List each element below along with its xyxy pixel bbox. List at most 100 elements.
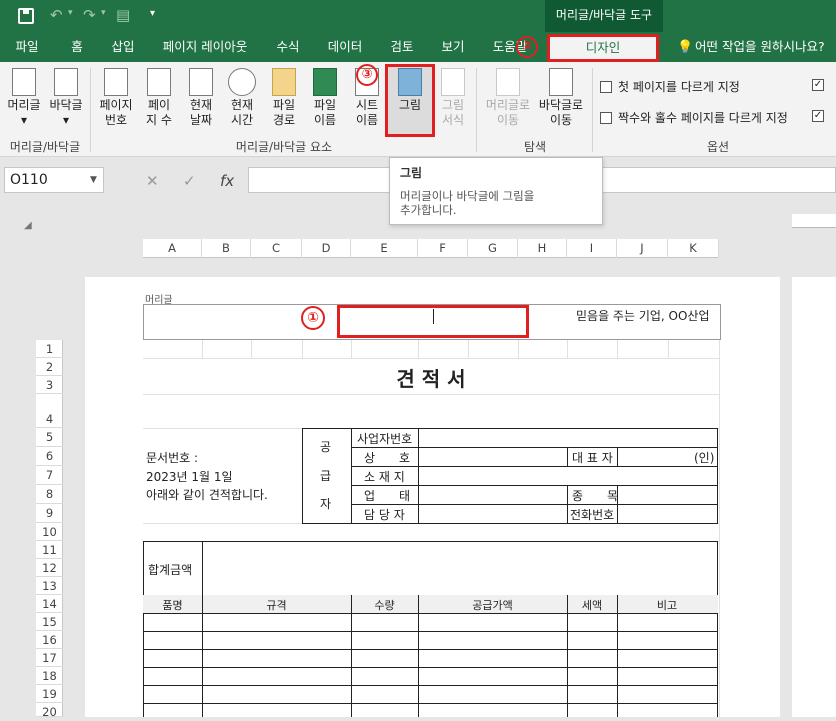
header-button[interactable]: 머리글 ▾ xyxy=(4,68,44,128)
header-right-text[interactable]: 믿음을 주는 기업, OO산업 xyxy=(576,307,710,324)
gridline xyxy=(567,340,568,358)
clock-icon xyxy=(228,68,256,96)
redo-dropdown-icon[interactable]: ▾ xyxy=(101,8,106,18)
row-header[interactable]: 12 xyxy=(36,559,63,577)
row-header[interactable]: 17 xyxy=(36,649,63,667)
row-header[interactable]: 5 xyxy=(36,428,63,447)
row-header[interactable]: 2 xyxy=(36,358,63,376)
cancel-icon[interactable]: ✕ xyxy=(146,172,159,190)
file-path-button[interactable]: 파일 경로 xyxy=(265,68,303,128)
tab-page-layout[interactable]: 페이지 레이아웃 xyxy=(155,32,255,62)
table-border xyxy=(202,595,203,717)
name-box-dropdown-icon[interactable]: ▼ xyxy=(90,175,97,185)
column-header[interactable]: D xyxy=(302,239,351,258)
row-header[interactable]: 18 xyxy=(36,667,63,685)
row-header[interactable]: 4 xyxy=(36,394,63,428)
table-row xyxy=(143,649,718,650)
representative-label: 대 표 자 xyxy=(572,451,613,465)
go-to-header-button[interactable]: 머리글로 이동 xyxy=(482,68,534,128)
column-header[interactable]: F xyxy=(418,239,468,258)
insert-function-icon[interactable]: fx xyxy=(220,172,234,190)
row-header[interactable]: 19 xyxy=(36,685,63,703)
gridline xyxy=(418,340,419,358)
different-odd-even-option[interactable]: 짝수와 홀수 페이지를 다르게 지정 xyxy=(600,109,788,126)
file-name-button[interactable]: 파일 이름 xyxy=(306,68,344,128)
column-header[interactable]: J xyxy=(617,239,668,258)
row-header[interactable]: 16 xyxy=(36,631,63,649)
supplier-field: 소 재 지 xyxy=(364,470,405,484)
tab-review[interactable]: 검토 xyxy=(383,32,421,62)
enter-icon[interactable]: ✓ xyxy=(183,172,196,190)
scale-with-document-checkbox[interactable]: ✓ xyxy=(812,79,824,91)
form-icon[interactable]: ▤ xyxy=(116,6,130,24)
step-marker-3: ③ xyxy=(356,64,378,86)
redo-icon[interactable]: ↷ xyxy=(83,6,96,24)
tell-me-search[interactable]: 어떤 작업을 원하시나요? xyxy=(695,32,825,62)
table-border xyxy=(567,447,568,466)
column-header[interactable]: K xyxy=(668,239,719,258)
tab-insert[interactable]: 삽입 xyxy=(102,32,144,62)
checkbox-icon[interactable] xyxy=(600,81,612,93)
gridline xyxy=(668,340,669,358)
row-header[interactable]: 8 xyxy=(36,485,63,504)
total-amount-label: 합계금액 xyxy=(148,563,193,577)
column-header[interactable]: G xyxy=(468,239,518,258)
tab-home[interactable]: 홈 xyxy=(60,32,94,62)
calendar-icon xyxy=(189,68,213,96)
tab-view[interactable]: 보기 xyxy=(434,32,472,62)
go-to-footer-button[interactable]: 바닥글로 이동 xyxy=(535,68,587,128)
row-header[interactable]: 13 xyxy=(36,577,63,595)
page-number-button[interactable]: 페이지 번호 xyxy=(95,68,137,128)
column-header[interactable]: C xyxy=(251,239,302,258)
column-header[interactable]: E xyxy=(351,239,418,258)
row-header[interactable]: 20 xyxy=(36,703,63,719)
name-box[interactable]: O110 xyxy=(4,167,104,193)
current-date-button[interactable]: 현재 날짜 xyxy=(182,68,220,128)
table-border xyxy=(351,466,717,467)
row-header[interactable]: 9 xyxy=(36,504,63,523)
page-count-button[interactable]: 페이 지 수 xyxy=(140,68,178,128)
tab-design[interactable]: 디자인 xyxy=(547,34,659,62)
supplier-field: 상 호 xyxy=(364,451,411,465)
row-header[interactable]: 3 xyxy=(36,376,63,394)
folder-icon xyxy=(272,68,296,96)
tab-file[interactable]: 파일 xyxy=(8,32,46,62)
undo-icon[interactable]: ↶ xyxy=(50,6,63,24)
tab-data[interactable]: 데이터 xyxy=(320,32,370,62)
row-header[interactable]: 10 xyxy=(36,523,63,541)
customize-qat-icon[interactable]: ▾ xyxy=(150,8,155,19)
row-header[interactable]: 7 xyxy=(36,466,63,485)
row-header[interactable]: 6 xyxy=(36,447,63,466)
row-header[interactable]: 11 xyxy=(36,541,63,559)
row-header[interactable]: 14 xyxy=(36,595,63,613)
go-to-header-icon xyxy=(496,68,520,96)
current-time-button[interactable]: 현재 시간 xyxy=(223,68,261,128)
table-border xyxy=(202,541,203,595)
tab-formulas[interactable]: 수식 xyxy=(268,32,308,62)
item-label: 종 목 xyxy=(572,489,619,503)
select-all-icon[interactable]: ◢ xyxy=(24,220,32,231)
gridline xyxy=(518,340,519,358)
doc-number-label: 문서번호 : xyxy=(146,451,199,465)
row-header[interactable]: 15 xyxy=(36,613,63,631)
column-header[interactable]: H xyxy=(518,239,567,258)
supplier-field: 업 태 xyxy=(364,489,411,503)
checkbox-icon[interactable] xyxy=(600,112,612,124)
row-header[interactable]: 1 xyxy=(36,341,63,358)
table-border xyxy=(143,541,718,542)
format-picture-button[interactable]: 그림 서식 xyxy=(436,68,470,128)
column-header[interactable]: A xyxy=(143,239,202,258)
different-first-page-option[interactable]: 첫 페이지를 다르게 지정 xyxy=(600,78,740,95)
gridline xyxy=(351,340,352,358)
align-with-margins-checkbox[interactable]: ✓ xyxy=(812,110,824,122)
footer-button[interactable]: 바닥글 ▾ xyxy=(46,68,86,128)
table-border xyxy=(567,595,568,717)
gridline xyxy=(143,394,719,395)
table-border xyxy=(351,595,352,717)
undo-dropdown-icon[interactable]: ▾ xyxy=(68,8,73,18)
group-separator xyxy=(592,68,593,152)
table-border xyxy=(418,428,419,523)
column-header[interactable]: I xyxy=(567,239,617,258)
save-icon[interactable] xyxy=(18,8,34,24)
column-header[interactable]: B xyxy=(202,239,251,258)
